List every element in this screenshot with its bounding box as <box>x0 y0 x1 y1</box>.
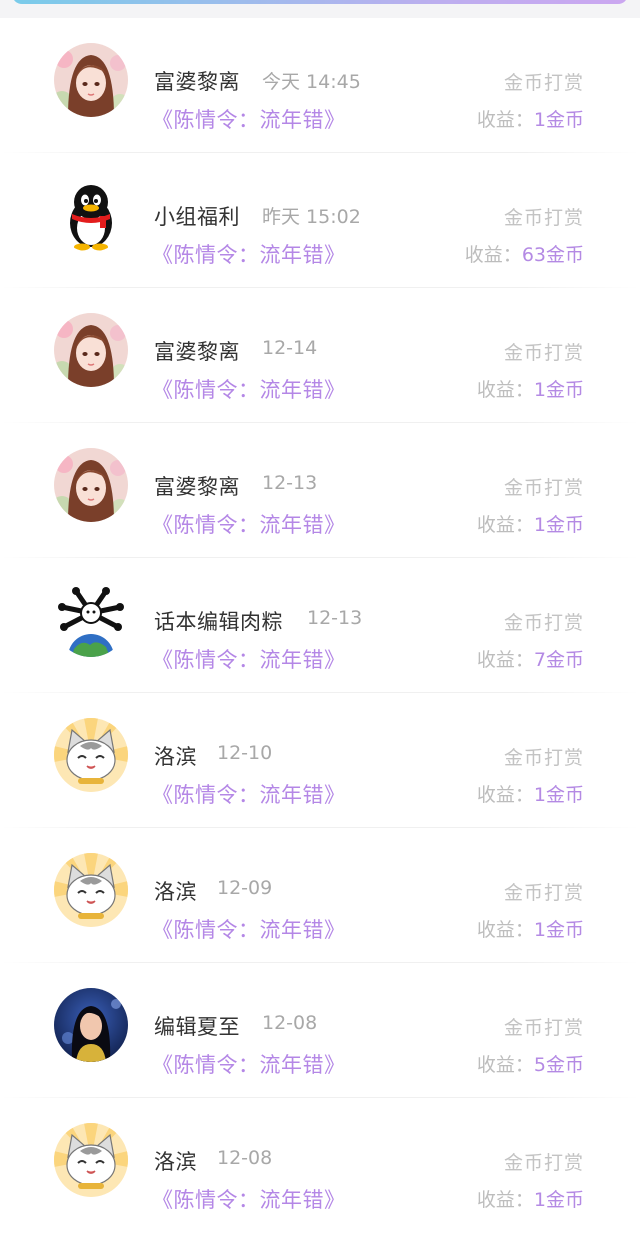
reward-list: 富婆黎离 今天 14:45 《陈情令：流年错》 金币打赏 收益：1金币 小组福利… <box>0 18 640 1237</box>
reward-type: 金币打赏 <box>503 477 584 499</box>
earnings: 收益：5金币 <box>477 1050 584 1077</box>
user-name: 小组福利 <box>154 205 240 229</box>
work-title-link[interactable]: 《陈情令：流年错》 <box>152 104 346 134</box>
user-name: 富婆黎离 <box>154 475 240 499</box>
timestamp: 12-08 <box>262 1012 318 1034</box>
timestamp: 今天 14:45 <box>262 71 361 93</box>
anime-girl-avatar <box>54 43 128 117</box>
work-title-link[interactable]: 《陈情令：流年错》 <box>152 644 346 674</box>
list-item[interactable]: 洛滨 12-10 《陈情令：流年错》 金币打赏 收益：1金币 <box>0 693 640 828</box>
reward-type: 金币打赏 <box>503 1152 584 1174</box>
earnings: 收益：7金币 <box>477 645 584 672</box>
list-item[interactable]: 富婆黎离 12-14 《陈情令：流年错》 金币打赏 收益：1金币 <box>0 288 640 423</box>
earnings-label: 收益： <box>476 1189 534 1211</box>
earnings-amount: 1金币 <box>533 379 584 401</box>
reward-type: 金币打赏 <box>503 882 584 904</box>
cartoon-cat-avatar <box>54 1123 128 1197</box>
work-title-link[interactable]: 《陈情令：流年错》 <box>152 239 346 269</box>
earnings-amount: 1金币 <box>533 784 584 806</box>
user-name: 话本编辑肉粽 <box>154 610 283 634</box>
timestamp: 昨天 15:02 <box>262 206 361 228</box>
timestamp: 12-14 <box>262 337 318 359</box>
reward-type: 金币打赏 <box>503 747 584 769</box>
earnings-amount: 7金币 <box>533 649 584 671</box>
reward-type: 金币打赏 <box>503 72 584 94</box>
work-title-link[interactable]: 《陈情令：流年错》 <box>152 1184 346 1214</box>
timestamp: 12-13 <box>262 472 318 494</box>
earnings-label: 收益： <box>476 919 534 941</box>
timestamp: 12-08 <box>217 1147 273 1169</box>
list-item[interactable]: 洛滨 12-08 《陈情令：流年错》 金币打赏 收益：1金币 <box>0 1098 640 1233</box>
earnings-label: 收益： <box>476 649 534 671</box>
earnings: 收益：1金币 <box>477 510 584 537</box>
earnings: 收益：1金币 <box>477 780 584 807</box>
list-item[interactable]: 话本编辑肉粽 12-13 《陈情令：流年错》 金币打赏 收益：7金币 <box>0 558 640 693</box>
work-title-link[interactable]: 《陈情令：流年错》 <box>152 1049 346 1079</box>
timestamp: 12-09 <box>217 877 273 899</box>
user-name: 洛滨 <box>154 745 197 769</box>
list-item[interactable]: 富婆黎离 今天 14:45 《陈情令：流年错》 金币打赏 收益：1金币 <box>0 18 640 153</box>
earnings: 收益：1金币 <box>477 375 584 402</box>
header-gradient-bar <box>12 0 628 4</box>
user-name: 洛滨 <box>154 1150 197 1174</box>
work-title-link[interactable]: 《陈情令：流年错》 <box>152 374 346 404</box>
timestamp: 12-13 <box>307 607 363 629</box>
earnings: 收益：1金币 <box>477 1185 584 1212</box>
user-name: 富婆黎离 <box>154 70 240 94</box>
reward-type: 金币打赏 <box>503 1017 584 1039</box>
photo-woman-avatar <box>54 988 128 1062</box>
list-item[interactable]: 富婆黎离 12-13 《陈情令：流年错》 金币打赏 收益：1金币 <box>0 423 640 558</box>
reward-type: 金币打赏 <box>503 612 584 634</box>
top-bar <box>0 0 640 18</box>
list-item[interactable]: 洛滨 12-09 《陈情令：流年错》 金币打赏 收益：1金币 <box>0 828 640 963</box>
reward-type: 金币打赏 <box>503 342 584 364</box>
earnings: 收益：1金币 <box>477 105 584 132</box>
earnings: 收益：1金币 <box>477 915 584 942</box>
earnings: 收益：63金币 <box>465 240 584 267</box>
user-name: 编辑夏至 <box>154 1015 240 1039</box>
earnings-amount: 1金币 <box>533 1189 584 1211</box>
earnings-amount: 1金币 <box>533 514 584 536</box>
earnings-amount: 1金币 <box>533 919 584 941</box>
earnings-amount: 63金币 <box>521 244 584 266</box>
earnings-label: 收益： <box>476 109 534 131</box>
earnings-label: 收益： <box>476 514 534 536</box>
earnings-label: 收益： <box>476 1054 534 1076</box>
work-title-link[interactable]: 《陈情令：流年错》 <box>152 914 346 944</box>
anime-girl-avatar <box>54 448 128 522</box>
user-name: 富婆黎离 <box>154 340 240 364</box>
earth-creature-avatar <box>54 583 128 657</box>
user-name: 洛滨 <box>154 880 197 904</box>
cartoon-cat-avatar <box>54 718 128 792</box>
work-title-link[interactable]: 《陈情令：流年错》 <box>152 509 346 539</box>
earnings-label: 收益： <box>476 379 534 401</box>
earnings-amount: 1金币 <box>533 109 584 131</box>
earnings-amount: 5金币 <box>533 1054 584 1076</box>
list-item[interactable]: 编辑夏至 12-08 《陈情令：流年错》 金币打赏 收益：5金币 <box>0 963 640 1098</box>
work-title-link[interactable]: 《陈情令：流年错》 <box>152 779 346 809</box>
list-item[interactable]: 小组福利 昨天 15:02 《陈情令：流年错》 金币打赏 收益：63金币 <box>0 153 640 288</box>
earnings-label: 收益： <box>476 784 534 806</box>
timestamp: 12-10 <box>217 742 273 764</box>
anime-girl-avatar <box>54 313 128 387</box>
reward-type: 金币打赏 <box>503 207 584 229</box>
cartoon-cat-avatar <box>54 853 128 927</box>
earnings-label: 收益： <box>464 244 522 266</box>
penguin-avatar <box>54 178 128 252</box>
